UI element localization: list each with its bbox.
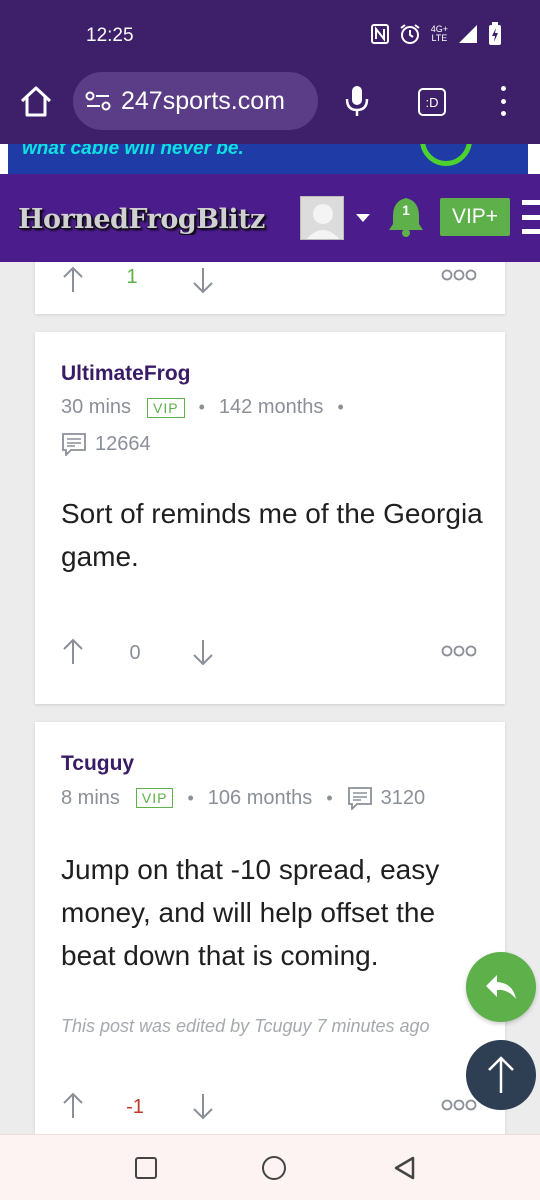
post-card: Tcuguy 8 mins VIP • 106 months • 3120 Ju… xyxy=(35,722,505,1134)
notifications-button[interactable]: 1 xyxy=(386,196,426,238)
reply-button[interactable] xyxy=(466,952,536,1022)
scroll-to-top-button[interactable] xyxy=(466,1040,536,1110)
signal-icon xyxy=(458,24,478,44)
more-options-icon[interactable] xyxy=(441,644,477,658)
post-count-row: 12664 xyxy=(61,432,151,456)
alarm-icon xyxy=(399,23,421,45)
status-time: 12:25 xyxy=(86,25,134,46)
post-author[interactable]: UltimateFrog xyxy=(61,362,191,386)
user-post-count: 12664 xyxy=(95,432,151,455)
vip-plus-button[interactable]: VIP+ xyxy=(440,198,510,236)
address-bar[interactable]: 247sports.com xyxy=(73,72,318,130)
arrow-up-icon xyxy=(488,1056,514,1093)
post-card: UltimateFrog 30 mins VIP • 142 months • … xyxy=(35,332,505,704)
post-time: 8 mins xyxy=(61,786,120,809)
downvote-icon[interactable] xyxy=(191,638,215,666)
downvote-icon[interactable] xyxy=(191,266,215,294)
user-avatar[interactable] xyxy=(300,196,344,240)
post-body: Jump on that -10 spread, easy money, and… xyxy=(61,854,440,971)
account-dropdown-caret[interactable] xyxy=(356,214,370,222)
upvote-icon[interactable] xyxy=(61,638,85,666)
reply-icon xyxy=(486,975,516,999)
site-header: HornedFrogBlitz 1 VIP+ xyxy=(0,174,540,262)
site-settings-icon[interactable] xyxy=(85,91,111,111)
more-options-icon[interactable] xyxy=(441,1098,477,1112)
member-tenure: 106 months xyxy=(207,786,313,809)
vote-count: 0 xyxy=(129,642,141,664)
tab-switcher-button[interactable]: :D xyxy=(418,88,446,116)
ad-logo xyxy=(420,144,472,166)
network-type-icon: 4G+ LTE xyxy=(430,24,448,43)
meta-separator: • xyxy=(198,397,205,417)
edited-note: This post was edited by Tcuguy 7 minutes… xyxy=(61,1016,430,1036)
system-nav-bar xyxy=(0,1134,540,1200)
avatar-placeholder-icon xyxy=(301,197,343,239)
home-icon xyxy=(20,86,52,117)
site-logo[interactable]: HornedFrogBlitz xyxy=(18,204,284,235)
vote-count: 1 xyxy=(126,266,138,288)
meta-separator: • xyxy=(337,397,344,417)
microphone-icon xyxy=(345,86,369,116)
more-options-icon[interactable] xyxy=(441,268,477,282)
post-meta: 30 mins VIP • 142 months • xyxy=(61,396,358,419)
status-bar: 12:25 4G+ LTE xyxy=(0,0,540,70)
user-post-count: 3120 xyxy=(380,786,426,809)
post-meta: 8 mins VIP • 106 months • 3120 xyxy=(61,786,425,810)
vip-badge: VIP xyxy=(135,788,174,808)
post-time: 30 mins xyxy=(61,396,132,418)
comment-icon xyxy=(347,787,372,810)
home-button[interactable] xyxy=(18,84,54,120)
post-body: Sort of reminds me of the Georgia game. xyxy=(61,498,483,572)
vip-badge: VIP xyxy=(147,397,185,418)
home-nav-button[interactable] xyxy=(262,1156,286,1180)
ad-banner[interactable]: what cable will never be. xyxy=(0,144,540,174)
battery-charging-icon xyxy=(488,22,502,46)
status-icons: 4G+ LTE xyxy=(370,22,502,46)
post-author[interactable]: Tcuguy xyxy=(61,752,134,776)
upvote-icon[interactable] xyxy=(61,1092,85,1120)
member-tenure: 142 months xyxy=(218,396,324,418)
downvote-icon[interactable] xyxy=(191,1092,215,1120)
hamburger-menu-button[interactable] xyxy=(522,200,540,234)
meta-separator: • xyxy=(187,787,194,808)
post-card: 1 xyxy=(35,262,505,314)
browser-menu-button[interactable] xyxy=(496,86,510,116)
nfc-icon xyxy=(370,24,389,44)
voice-search-button[interactable] xyxy=(343,84,371,118)
recent-apps-button[interactable] xyxy=(135,1157,157,1179)
meta-separator: • xyxy=(326,787,333,808)
notification-count: 1 xyxy=(402,202,410,218)
ad-inner: what cable will never be. xyxy=(8,144,528,174)
url-text: 247sports.com xyxy=(121,86,285,115)
thread-content[interactable]: 1 UltimateFrog 30 mins VIP • 142 months … xyxy=(0,262,540,1134)
vote-count: -1 xyxy=(126,1096,144,1118)
upvote-icon[interactable] xyxy=(61,266,85,294)
ad-text: what cable will never be. xyxy=(22,144,244,159)
back-icon[interactable] xyxy=(392,1155,416,1181)
browser-toolbar: 247sports.com :D xyxy=(0,70,540,144)
comment-icon xyxy=(62,433,86,456)
